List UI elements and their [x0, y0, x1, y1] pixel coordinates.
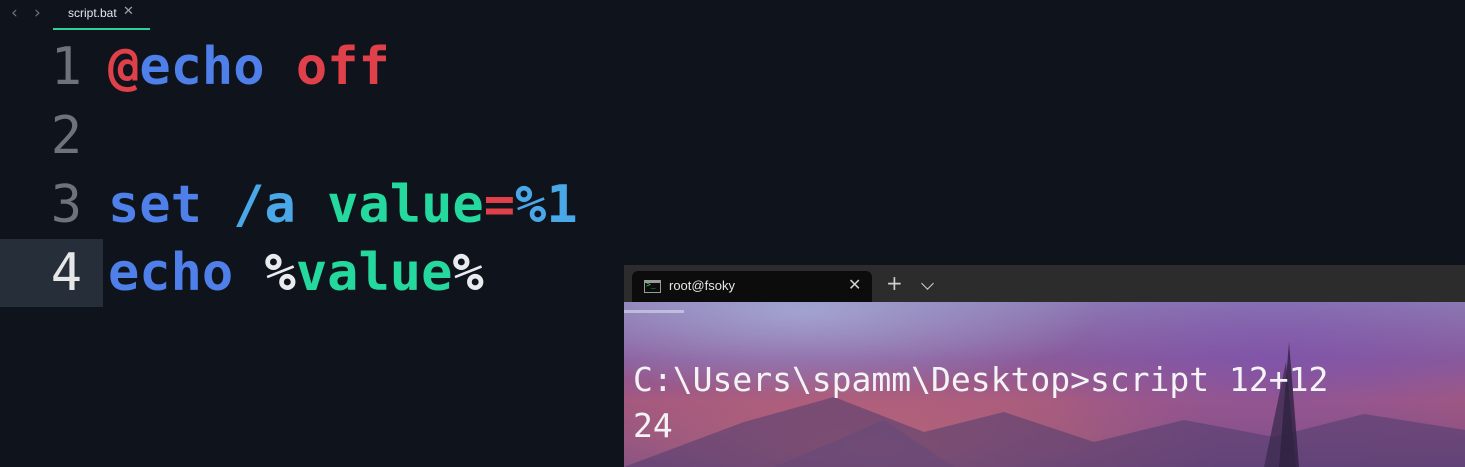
editor-tab-bar: ‹ › script.bat ✕ — [0, 0, 1465, 30]
code-line-1[interactable]: 1 @echo off — [0, 33, 640, 101]
plus-icon[interactable]: + — [886, 272, 903, 294]
code-line-4[interactable]: 4 echo %value% — [0, 239, 640, 307]
line-gutter: 2 — [0, 102, 103, 170]
active-tab-indicator — [53, 28, 150, 30]
chevron-down-icon[interactable] — [921, 277, 934, 290]
token-at: @ — [108, 37, 140, 97]
token-variable: value — [327, 175, 484, 235]
tab-script-bat[interactable]: script.bat ✕ — [53, 0, 150, 30]
token-percent: % — [264, 243, 296, 303]
close-icon[interactable]: ✕ — [848, 275, 861, 294]
line-number: 2 — [50, 106, 82, 166]
token-equals: = — [483, 175, 516, 235]
terminal-title-bar: >_ root@fsoky ✕ + — [624, 265, 1465, 302]
terminal-icon: >_ — [644, 280, 661, 293]
terminal-command-line: C:\Users\spamm\Desktop>script 12+12 — [633, 360, 1329, 399]
line-number: 4 — [50, 243, 82, 303]
token-set: set — [108, 175, 202, 235]
terminal-tab[interactable]: >_ root@fsoky ✕ — [632, 271, 872, 302]
token-echo: echo — [139, 37, 265, 97]
chevron-left-icon[interactable]: ‹ — [11, 3, 18, 23]
close-icon[interactable]: ✕ — [123, 4, 134, 19]
line-gutter: 4 — [0, 239, 103, 307]
code-line-3[interactable]: 3 set /a value=%1 — [0, 171, 640, 239]
line-gutter: 1 — [0, 33, 103, 101]
chevron-right-icon[interactable]: › — [34, 3, 41, 23]
line-gutter: 3 — [0, 171, 103, 239]
terminal-output-line: 24 — [633, 406, 673, 445]
line-number: 1 — [50, 37, 82, 97]
token-argument: %1 — [515, 175, 578, 235]
line-number: 3 — [50, 175, 82, 235]
code-text: set /a value=%1 — [108, 171, 578, 239]
token-echo: echo — [108, 243, 234, 303]
code-text: echo %value% — [108, 239, 484, 307]
code-text: @echo off — [108, 33, 390, 101]
terminal-tab-title: root@fsoky — [669, 278, 735, 293]
token-switch: /a — [233, 175, 296, 235]
tab-label: script.bat — [68, 6, 117, 20]
token-variable: value — [295, 243, 453, 303]
token-percent: % — [452, 243, 484, 303]
token-off: off — [295, 37, 390, 97]
code-line-2[interactable]: 2 — [0, 102, 640, 170]
terminal-window: >_ root@fsoky ✕ + C:\Users\spamm\Desktop… — [624, 265, 1465, 467]
terminal-output-area[interactable]: C:\Users\spamm\Desktop>script 12+12 24 — [624, 302, 1465, 467]
